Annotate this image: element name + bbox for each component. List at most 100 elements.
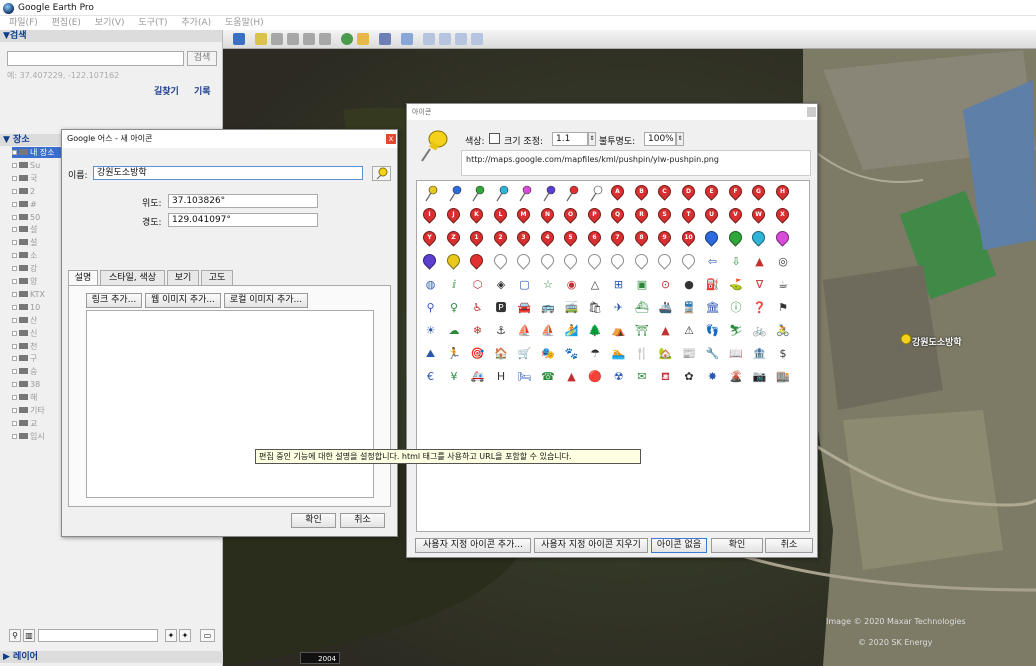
pushpin-icon[interactable] bbox=[564, 185, 579, 202]
tab-altitude[interactable]: 고도 bbox=[201, 270, 233, 286]
symbol-icon[interactable]: ▢ bbox=[517, 277, 532, 292]
down-arrow-icon[interactable]: ✦ bbox=[179, 629, 191, 642]
symbol-icon[interactable]: ❓ bbox=[752, 300, 767, 315]
add-link-button[interactable]: 링크 추가... bbox=[86, 293, 142, 308]
map-marker-icon[interactable] bbox=[702, 228, 721, 247]
symbol-icon[interactable]: 🏦 bbox=[752, 346, 767, 361]
tour-tool-icon[interactable] bbox=[319, 33, 331, 45]
places-tree-item[interactable]: 국 bbox=[12, 173, 62, 184]
map-marker-icon[interactable] bbox=[655, 251, 674, 270]
map-marker-icon[interactable]: O bbox=[561, 205, 580, 224]
clear-custom-icons-button[interactable]: 사용자 지정 아이콘 지우기 bbox=[534, 538, 648, 553]
checkbox-icon[interactable] bbox=[12, 266, 17, 272]
map-marker-icon[interactable] bbox=[514, 251, 533, 270]
map-marker-icon[interactable]: 9 bbox=[655, 228, 674, 247]
icon-url-field[interactable]: http://maps.google.com/mapfiles/kml/push… bbox=[461, 150, 811, 176]
places-tree-item[interactable]: 천 bbox=[12, 341, 62, 352]
map-marker-icon[interactable]: 10 bbox=[678, 228, 698, 247]
pushpin-icon[interactable] bbox=[588, 185, 603, 202]
places-tree-item[interactable]: 해 bbox=[12, 392, 62, 403]
ok-button[interactable]: 확인 bbox=[291, 513, 336, 528]
symbol-icon[interactable]: 🔧 bbox=[705, 346, 720, 361]
print-icon[interactable] bbox=[439, 33, 451, 45]
map-marker-icon[interactable]: 3 bbox=[514, 228, 533, 247]
map-marker-icon[interactable]: A bbox=[608, 182, 627, 201]
places-tree-item[interactable]: # bbox=[12, 199, 62, 210]
symbol-icon[interactable]: ✈ bbox=[611, 300, 626, 315]
checkbox-icon[interactable] bbox=[12, 356, 17, 362]
map-marker-icon[interactable]: N bbox=[537, 205, 557, 224]
pushpin-icon[interactable] bbox=[447, 185, 462, 202]
panel-icon[interactable]: ▥ bbox=[23, 629, 35, 642]
places-tree-item[interactable]: 교 bbox=[12, 418, 62, 429]
map-marker-icon[interactable]: T bbox=[678, 205, 698, 224]
symbol-icon[interactable]: ⬡ bbox=[470, 277, 485, 292]
checkbox-icon[interactable] bbox=[12, 253, 17, 259]
map-marker-icon[interactable]: L bbox=[490, 205, 510, 224]
description-textarea[interactable] bbox=[86, 310, 374, 498]
symbol-icon[interactable]: ▲ bbox=[564, 369, 579, 384]
places-tree-item[interactable]: 양 bbox=[12, 276, 62, 287]
map-marker-icon[interactable]: F bbox=[725, 182, 745, 201]
map-marker-icon[interactable]: S bbox=[655, 205, 674, 224]
search-section-header[interactable]: ▼검색 bbox=[0, 30, 222, 42]
symbol-icon[interactable]: ◎ bbox=[776, 254, 791, 269]
places-tree-item[interactable]: 승 bbox=[12, 366, 62, 377]
places-tree-item[interactable]: 구 bbox=[12, 353, 62, 364]
menu-file[interactable]: 파일(F) bbox=[9, 18, 38, 28]
map-marker-icon[interactable]: E bbox=[702, 182, 721, 201]
symbol-icon[interactable]: 🛍 bbox=[588, 300, 603, 315]
symbol-icon[interactable]: ∇ bbox=[752, 277, 767, 292]
symbol-icon[interactable]: ▣ bbox=[635, 277, 650, 292]
symbol-icon[interactable]: 🌲 bbox=[588, 323, 603, 338]
symbol-icon[interactable]: 🅿 bbox=[494, 300, 509, 315]
checkbox-icon[interactable] bbox=[12, 433, 17, 439]
symbol-icon[interactable]: ☂ bbox=[588, 346, 603, 361]
places-tree-item[interactable]: 소 bbox=[12, 250, 62, 261]
checkbox-icon[interactable] bbox=[12, 369, 17, 375]
symbol-icon[interactable]: 📰 bbox=[682, 346, 697, 361]
menu-help[interactable]: 도움말(H) bbox=[225, 18, 264, 28]
map-marker-icon[interactable]: 2 bbox=[490, 228, 510, 247]
symbol-icon[interactable]: 🚎 bbox=[564, 300, 579, 315]
symbol-icon[interactable]: 🐾 bbox=[564, 346, 579, 361]
map-marker-icon[interactable] bbox=[561, 251, 580, 270]
layers-section-header[interactable]: ▶ 레이어 bbox=[0, 651, 223, 663]
map-marker-icon[interactable] bbox=[420, 251, 439, 270]
symbol-icon[interactable]: ◉ bbox=[564, 277, 579, 292]
map-marker-icon[interactable]: X bbox=[772, 205, 792, 224]
map-marker-icon[interactable]: 6 bbox=[584, 228, 604, 247]
checkbox-icon[interactable] bbox=[12, 304, 17, 310]
planets-icon[interactable] bbox=[379, 33, 391, 45]
checkbox-icon[interactable] bbox=[12, 291, 17, 297]
map-marker-icon[interactable]: I bbox=[420, 205, 439, 224]
map-marker-icon[interactable]: 8 bbox=[631, 228, 651, 247]
map-marker-icon[interactable]: 7 bbox=[608, 228, 627, 247]
directions-link[interactable]: 길찾기 bbox=[154, 84, 179, 97]
tab-style-color[interactable]: 스타일, 색상 bbox=[100, 270, 165, 286]
symbol-icon[interactable]: 🚆 bbox=[682, 300, 697, 315]
symbol-icon[interactable]: $ bbox=[776, 346, 791, 361]
symbol-icon[interactable]: 🔴 bbox=[588, 369, 603, 384]
map-marker-icon[interactable]: 4 bbox=[537, 228, 557, 247]
folder-icon[interactable]: ▭ bbox=[200, 629, 215, 642]
symbol-icon[interactable]: 🚘 bbox=[517, 300, 532, 315]
symbol-icon[interactable]: 🛒 bbox=[517, 346, 532, 361]
checkbox-icon[interactable] bbox=[12, 279, 17, 284]
symbol-icon[interactable]: ⊞ bbox=[611, 277, 626, 292]
map-marker-icon[interactable]: U bbox=[702, 205, 721, 224]
longitude-field[interactable]: 129.041097° bbox=[168, 213, 318, 227]
map-marker-icon[interactable]: G bbox=[749, 182, 768, 201]
places-tree-item[interactable]: 산 bbox=[12, 315, 62, 326]
pushpin-icon[interactable] bbox=[517, 185, 532, 202]
add-local-image-button[interactable]: 로컬 이미지 추가... bbox=[224, 293, 308, 308]
symbol-icon[interactable]: ◍ bbox=[423, 277, 438, 292]
menu-edit[interactable]: 편집(E) bbox=[52, 18, 81, 28]
map-marker-icon[interactable]: V bbox=[725, 205, 745, 224]
symbol-icon[interactable]: 👣 bbox=[705, 323, 720, 338]
places-tree-item[interactable]: 내 장소 bbox=[12, 147, 62, 158]
pushpin-icon[interactable] bbox=[494, 185, 509, 202]
icon-cancel-button[interactable]: 취소 bbox=[765, 538, 813, 553]
symbol-icon[interactable]: ♿ bbox=[470, 300, 485, 315]
symbol-icon[interactable]: 🚌 bbox=[541, 300, 556, 315]
